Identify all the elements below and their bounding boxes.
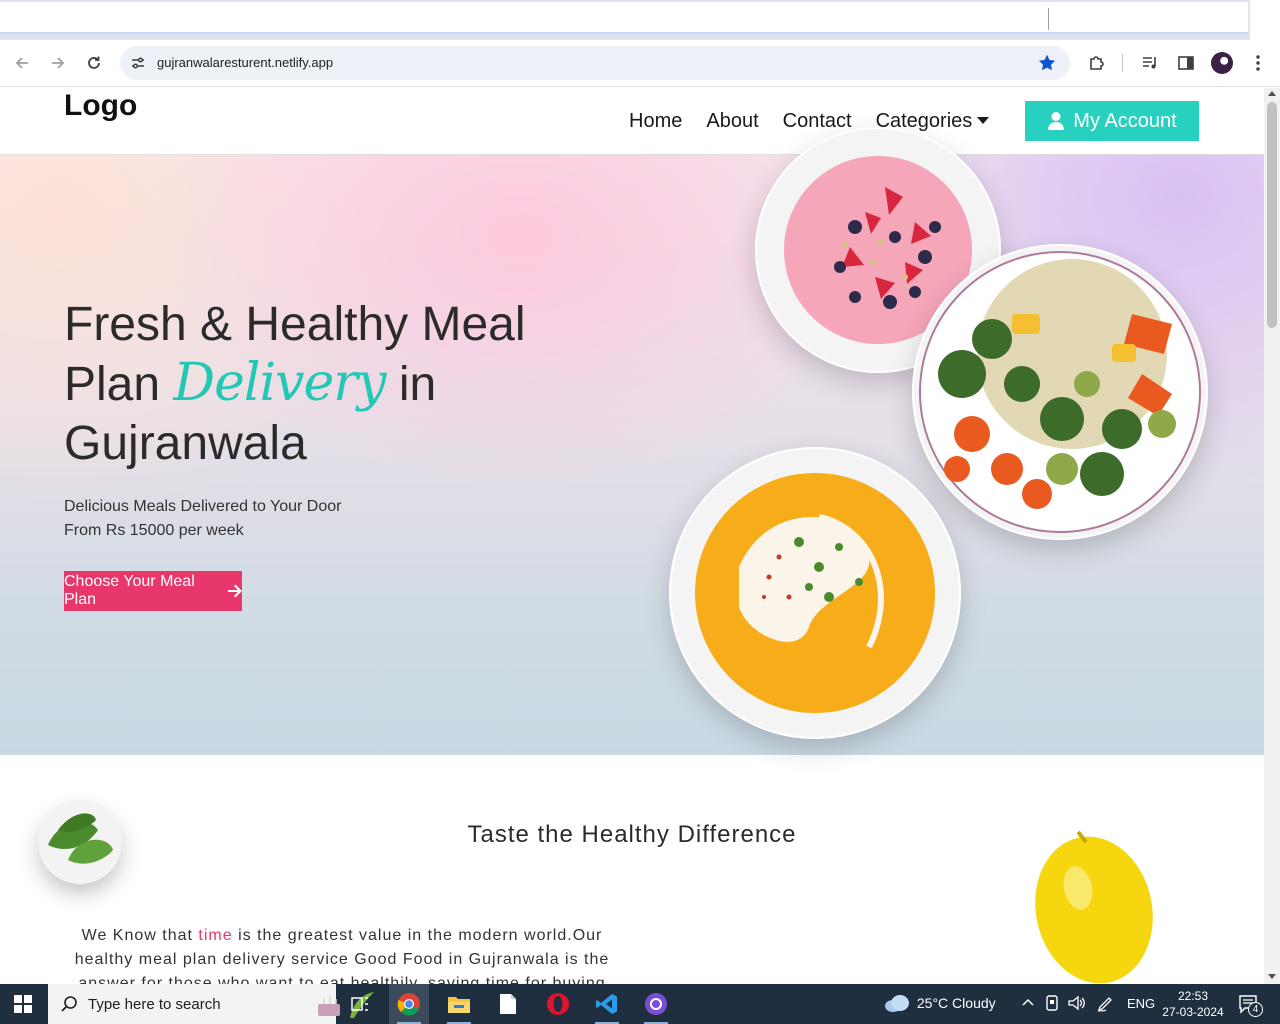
reload-button[interactable] [80,49,108,77]
url-text[interactable]: gujranwalaresturent.netlify.app [157,55,333,70]
puzzle-icon [1090,56,1104,70]
opera-icon [547,993,569,1015]
lemon-art [1035,830,1153,984]
document-icon [500,994,516,1014]
scroll-up-icon[interactable] [1268,91,1276,96]
speaker-icon [1068,995,1085,1011]
folder-icon [448,997,470,1013]
side-panel-button[interactable] [1175,52,1197,74]
new-tab-area[interactable] [1250,0,1280,40]
media-control-button[interactable] [1139,52,1161,74]
hero-section: Fresh & Healthy Meal Plan Delivery in Gu… [0,127,1264,755]
hero-title: Fresh & Healthy Meal Plan Delivery in Gu… [64,295,584,473]
vscode-icon [596,994,617,1014]
meet-now-button[interactable] [1045,995,1059,1014]
weather-widget[interactable]: 25°C Cloudy [884,993,996,1013]
opera-taskbar-app[interactable] [538,984,578,1024]
show-hidden-icons-button[interactable] [1021,995,1035,1012]
section-text: We Know that time is the greatest value … [62,924,622,984]
chrome-icon [397,993,420,1016]
lemon-image [1028,828,1158,984]
hero-subtitle-line2: From Rs 15000 per week [64,522,244,539]
device-icon [1046,995,1058,1011]
notification-count-badge: 4 [1248,1002,1263,1017]
browser-tab[interactable] [0,2,1248,34]
side-panel-icon [1178,56,1194,70]
back-button[interactable] [8,49,36,77]
clock-date: 27-03-2024 [1162,1005,1224,1019]
profile-avatar[interactable] [1211,52,1233,74]
web-page: Logo Home About Contact Categories My Ac… [0,88,1264,984]
hero-title-line3: Gujranwala [64,417,307,470]
forward-button[interactable] [44,49,72,77]
hero-subtitle: Delicious Meals Delivered to Your Door F… [64,495,341,543]
more-vert-icon [1256,55,1260,71]
address-bar[interactable]: gujranwalaresturent.netlify.app [120,46,1070,80]
media-queue-icon [1143,57,1156,69]
site-settings-icon[interactable] [128,53,148,73]
arrow-left-icon [15,57,28,69]
search-placeholder: Type here to search [88,996,221,1013]
hero-title-line1: Fresh & Healthy Meal [64,298,526,351]
site-header: Logo Home About Contact Categories My Ac… [0,88,1264,155]
scrollbar-thumb[interactable] [1267,102,1277,328]
notepad-taskbar-app[interactable] [488,984,528,1024]
my-account-button[interactable]: My Account [1025,101,1199,141]
volume-button[interactable] [1068,995,1086,1014]
scroll-down-icon[interactable] [1268,974,1276,979]
chrome-taskbar-app[interactable] [389,984,429,1024]
nav-home[interactable]: Home [629,110,682,133]
section-title: Taste the Healthy Difference [467,821,797,848]
weather-text: 25°C Cloudy [916,995,996,1011]
hero-title-line2: Plan Delivery in [64,354,584,414]
browser-tab-strip [0,0,1280,40]
hero-title-script: Delivery [173,353,386,413]
arrow-right-icon [227,584,242,598]
windows-start-icon[interactable] [14,995,32,1013]
site-logo[interactable]: Logo [64,89,137,123]
pen-workspace-button[interactable] [1096,995,1114,1016]
taskbar-clock[interactable]: 22:53 27-03-2024 [1162,988,1224,1020]
reload-icon [88,56,100,69]
task-view-button[interactable] [340,984,380,1024]
hero-title-in: in [398,358,437,411]
page-scrollbar[interactable] [1264,88,1280,984]
browser-toolbar: gujranwalaresturent.netlify.app [0,40,1280,87]
cloud-icon [885,995,909,1012]
notification-center-button[interactable]: 4 [1238,994,1263,1017]
arrow-right-icon [52,57,65,69]
bookmark-star-icon[interactable] [1036,52,1058,74]
pen-icon [1097,997,1112,1012]
choose-meal-plan-label: Choose Your Meal Plan [64,573,195,608]
user-icon [1048,112,1065,130]
browser-menu-button[interactable] [1247,52,1269,74]
tab-divider [1048,8,1049,30]
choose-meal-plan-button[interactable]: Choose Your Meal Plan [64,571,242,611]
section-text-accent: time [198,927,233,944]
language-indicator[interactable]: ENG [1127,996,1155,1011]
extensions-button[interactable] [1086,52,1108,74]
windows-taskbar: Type here to search 25°C Cloudy ENG 22:5… [0,984,1280,1024]
file-explorer-taskbar-app[interactable] [439,984,479,1024]
github-icon [645,993,667,1015]
taskbar-search-box[interactable]: Type here to search [48,984,374,1024]
hero-title-plan: Plan [64,358,161,411]
task-view-icon [351,997,368,1011]
nav-about[interactable]: About [706,110,758,133]
search-icon [61,996,77,1012]
hero-subtitle-line1: Delicious Meals Delivered to Your Door [64,498,342,515]
chevron-up-icon [1022,998,1034,1006]
soup-bowl-image [669,447,961,739]
vscode-taskbar-app[interactable] [587,984,627,1024]
clock-time: 22:53 [1177,989,1209,1003]
caret-down-icon [977,117,990,124]
soup-bowl-art [695,473,935,713]
section-text-part1: We Know that [81,927,199,944]
github-desktop-taskbar-app[interactable] [636,984,676,1024]
my-account-label: My Account [1073,109,1177,132]
toolbar-separator [1122,54,1123,72]
